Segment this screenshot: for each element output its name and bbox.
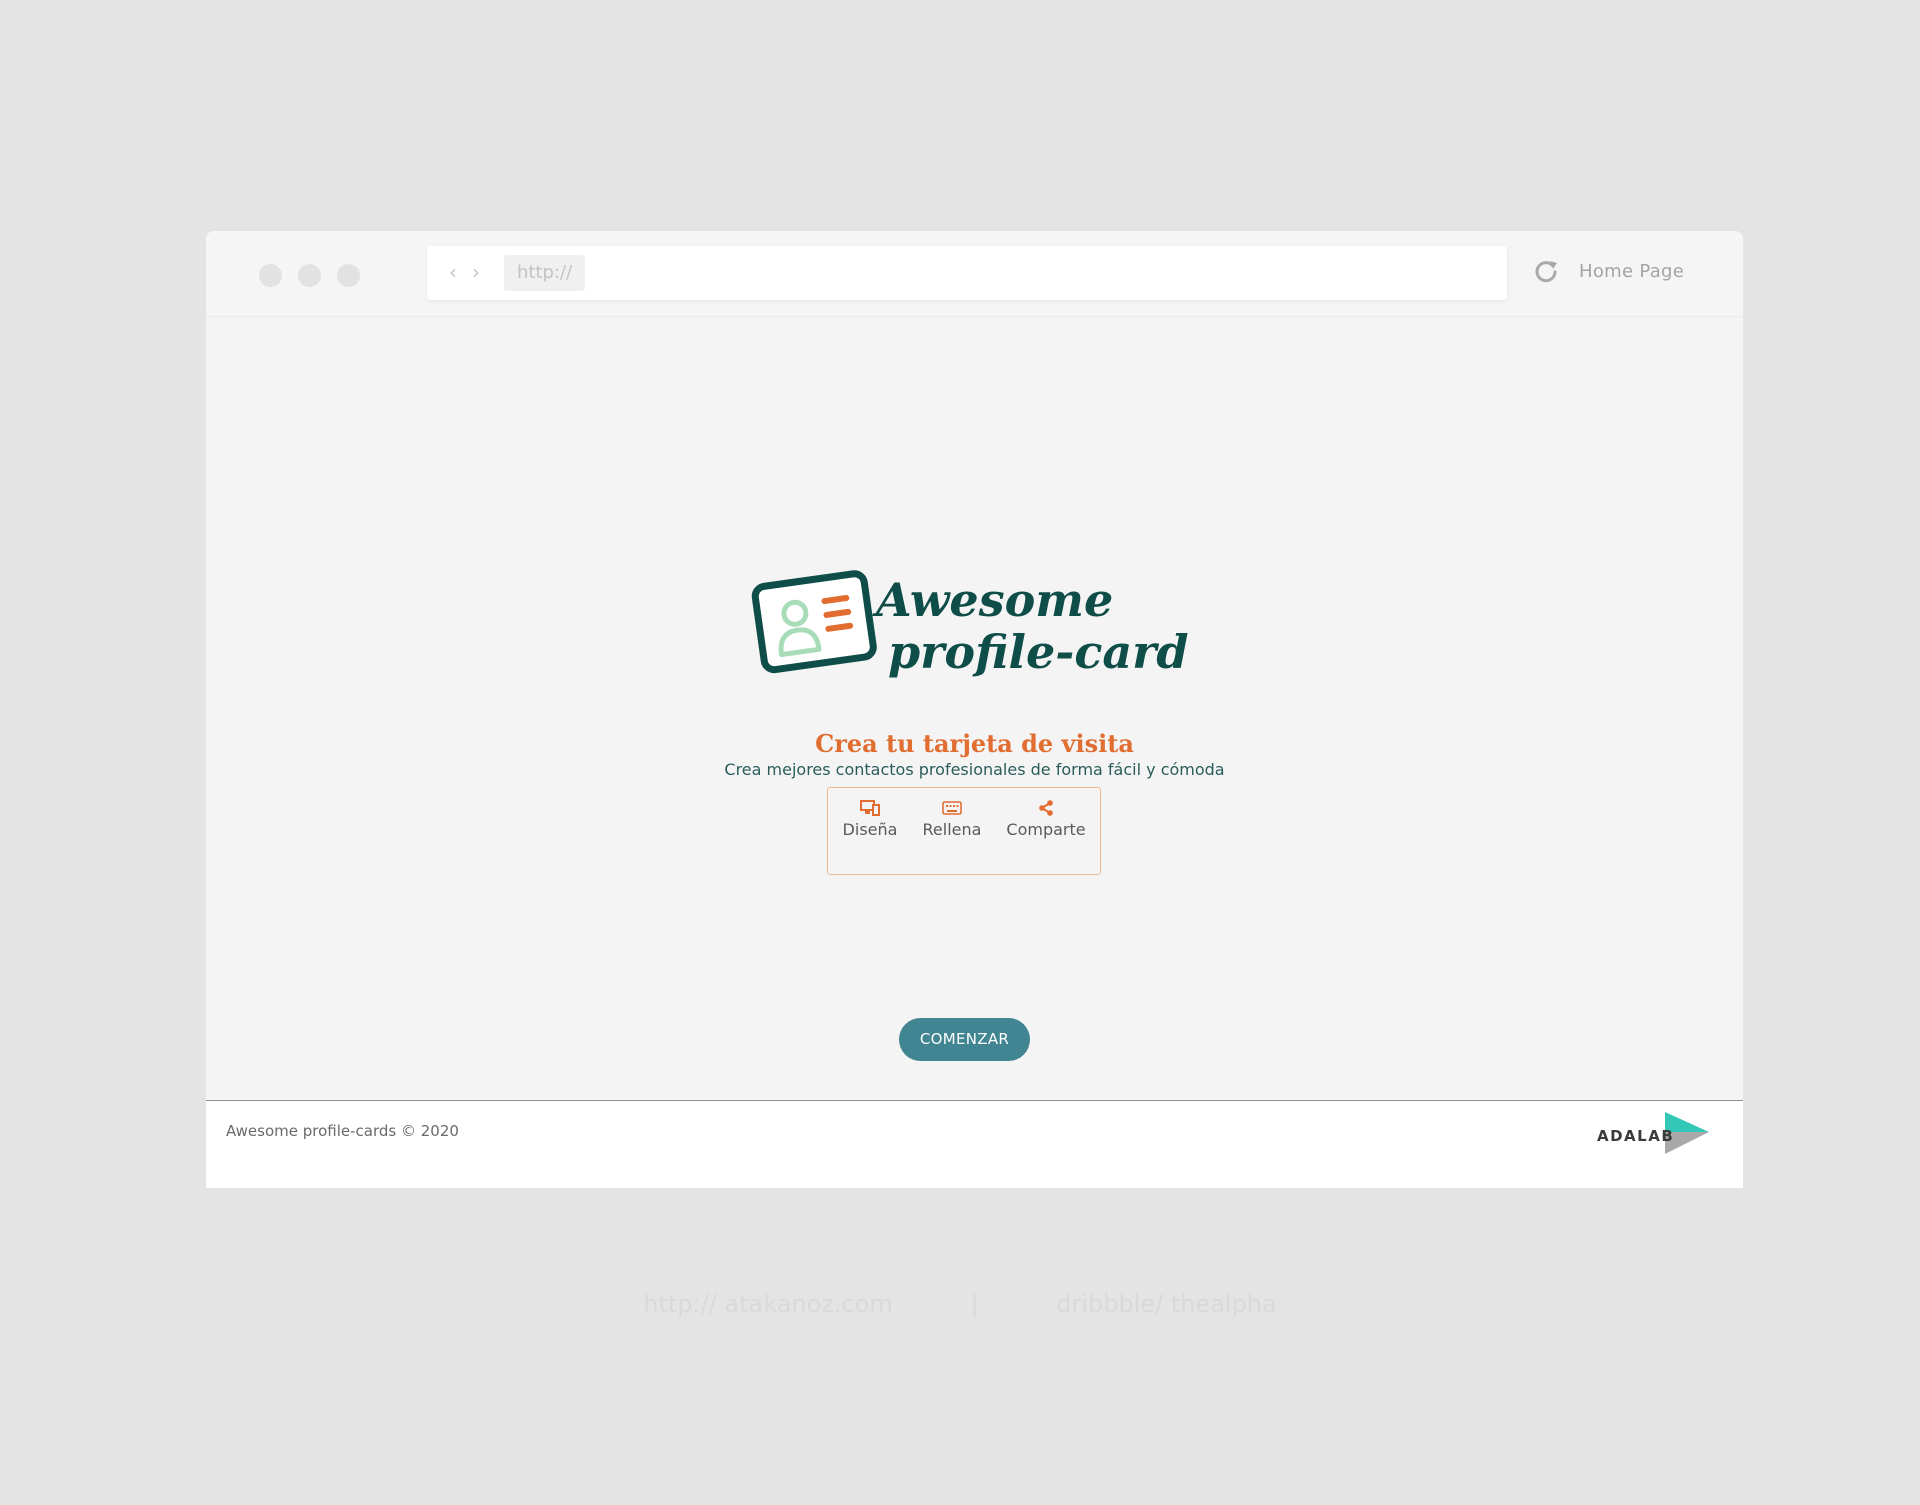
credits-line: http:// atakanoz.com | dribbble/ thealph…: [0, 1288, 1920, 1320]
design-icon: [860, 800, 880, 816]
step-label: Rellena: [922, 820, 982, 839]
awesome-profile-cards-logo: Awesome profile-cards: [751, 570, 1188, 679]
adalab-logo[interactable]: ADALAB: [1597, 1110, 1709, 1156]
steps-box: Diseña Rellena Comparte: [827, 787, 1101, 875]
hero-title: Crea tu tarjeta de visita: [815, 729, 1134, 758]
chevron-left-icon[interactable]: ‹: [449, 260, 457, 284]
browser-toolbar: ‹ › http:// Home Page: [206, 231, 1743, 317]
logo-text-line1: Awesome: [872, 573, 1113, 627]
step-label: Comparte: [1006, 820, 1086, 839]
logo-text-line2: profile-cards: [888, 625, 1188, 679]
address-bar[interactable]: ‹ › http://: [427, 246, 1507, 300]
window-close-dot[interactable]: [259, 264, 282, 287]
browser-window: ‹ › http:// Home Page Awesome profile-ca…: [206, 231, 1743, 1188]
step-fill: Rellena: [921, 800, 983, 842]
step-design: Diseña: [842, 800, 898, 842]
share-icon: [1039, 800, 1053, 816]
reload-icon[interactable]: [1533, 259, 1559, 285]
home-page-link[interactable]: Home Page: [1579, 257, 1684, 287]
window-maximize-dot[interactable]: [337, 264, 360, 287]
step-label: Diseña: [842, 820, 898, 839]
credit-website: http:// atakanoz.com: [643, 1290, 893, 1318]
keyboard-icon: [942, 801, 962, 815]
step-share: Comparte: [1004, 800, 1088, 842]
adalab-logo-text: ADALAB: [1597, 1127, 1674, 1145]
credit-separator: |: [970, 1290, 979, 1318]
start-button[interactable]: COMENZAR: [899, 1018, 1030, 1061]
url-input[interactable]: http://: [504, 255, 586, 291]
footer-copyright: Awesome profile-cards © 2020: [226, 1122, 459, 1140]
credit-dribbble: dribbble/ thealpha: [1056, 1290, 1277, 1318]
window-minimize-dot[interactable]: [298, 264, 321, 287]
page-footer: Awesome profile-cards © 2020 ADALAB: [206, 1100, 1743, 1188]
hero-subtitle: Crea mejores contactos profesionales de …: [724, 760, 1225, 779]
chevron-right-icon[interactable]: ›: [472, 260, 480, 284]
